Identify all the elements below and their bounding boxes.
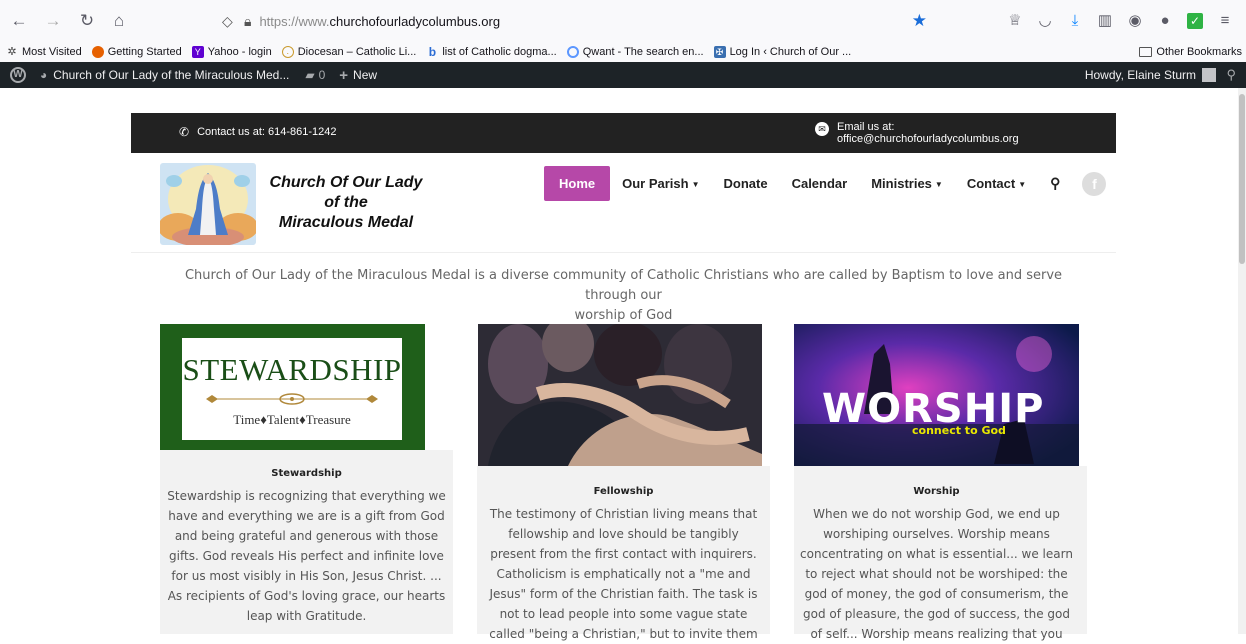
wp-admin-bar: W ◕ Church of Our Lady of the Miraculous … xyxy=(0,62,1246,88)
contact-topbar: ✆ Contact us at: 614-861-1242 ✉ Email us … xyxy=(131,113,1116,153)
stewardship-card: STEWARDSHIP Time♦Talent♦Treasure Steward… xyxy=(160,324,453,634)
address-bar[interactable]: ◇ 🔒︎ https://www.churchofourladycolumbus… xyxy=(216,7,943,35)
stewardship-image[interactable]: STEWARDSHIP Time♦Talent♦Treasure xyxy=(160,324,425,450)
caret-down-icon: ▼ xyxy=(934,180,943,189)
plus-icon: + xyxy=(339,66,349,84)
bookmark-diocesan[interactable]: · Diocesan – Catholic Li... xyxy=(281,46,416,58)
site-header: Church Of Our Lady of the Miraculous Med… xyxy=(131,153,1116,253)
bookmark-getting-started[interactable]: Getting Started xyxy=(91,46,182,58)
worship-image[interactable]: WORSHIP connect to God xyxy=(794,324,1079,466)
dashboard-icon: ◕ xyxy=(40,68,48,82)
envelope-icon: ✉ xyxy=(815,122,829,136)
bookmark-star-icon[interactable]: ★ xyxy=(912,11,927,31)
back-arrow-icon[interactable]: ← xyxy=(8,10,30,32)
menu-ministries[interactable]: Ministries ▼ xyxy=(859,166,955,201)
wp-account-menu[interactable]: Howdy, Elaine Sturm xyxy=(1085,68,1216,82)
menu-calendar[interactable]: Calendar xyxy=(780,166,860,201)
caret-down-icon: ▼ xyxy=(691,180,700,189)
menu-home[interactable]: Home xyxy=(544,166,611,201)
bookmark-catholic-dogma[interactable]: b list of Catholic dogma... xyxy=(426,45,557,59)
bookmark-login[interactable]: ✠ Log In ‹ Church of Our ... xyxy=(713,46,851,58)
bookmark-most-visited[interactable]: ✲ Most Visited xyxy=(6,46,81,58)
downloads-icon[interactable]: ⤓ xyxy=(1060,11,1090,31)
facebook-icon[interactable]: f xyxy=(1082,171,1107,196)
miraculous-medal-logo[interactable] xyxy=(160,163,256,245)
menu-our-parish[interactable]: Our Parish ▼ xyxy=(610,166,711,201)
comment-icon: ▰ xyxy=(305,68,315,82)
wp-new-link[interactable]: + New xyxy=(339,67,377,84)
todo-extension-icon[interactable]: ✓ xyxy=(1180,11,1210,31)
intro-text: Church of Our Lady of the Miraculous Med… xyxy=(184,268,1063,323)
lock-icon[interactable]: 🔒︎ xyxy=(244,13,251,30)
menu-contact[interactable]: Contact ▼ xyxy=(955,166,1038,201)
wp-site-link[interactable]: ◕ Church of Our Lady of the Miraculous Me… xyxy=(40,68,289,82)
search-icon[interactable]: ⚲ xyxy=(1038,175,1072,192)
card-title: Stewardship xyxy=(271,468,342,479)
fellowship-image[interactable] xyxy=(478,324,762,466)
card-text: The testimony of Christian living means … xyxy=(489,507,758,641)
bookmark-qwant[interactable]: Qwant - The search en... xyxy=(566,46,704,58)
phone-contact[interactable]: ✆ Contact us at: 614-861-1242 xyxy=(179,125,337,139)
fellowship-card: Fellowship The testimony of Christian li… xyxy=(477,324,770,641)
sidebar-icon[interactable]: ▥ xyxy=(1090,11,1120,31)
bookmark-other[interactable]: Other Bookmarks xyxy=(1139,46,1242,58)
url-text[interactable]: https://www.churchofourladycolumbus.org xyxy=(259,14,500,29)
email-contact[interactable]: ✉ Email us at: office@churchofourladycolu… xyxy=(815,121,1019,145)
menu-donate[interactable]: Donate xyxy=(712,166,780,201)
reload-icon[interactable]: ↻ xyxy=(76,10,98,32)
worship-card: WORSHIP connect to God Worship When we d… xyxy=(794,324,1087,641)
folder-icon xyxy=(1139,47,1153,57)
extension-icon[interactable]: ◉ xyxy=(1120,11,1150,31)
site-favicon-icon: ✠ xyxy=(713,46,726,58)
ghostery-icon[interactable]: ● xyxy=(1150,11,1180,31)
site-title[interactable]: Church Of Our Lady of the Miraculous Med… xyxy=(251,173,441,233)
caret-down-icon: ▼ xyxy=(1018,180,1027,189)
bookmarks-toolbar: ✲ Most Visited Getting Started Y Yahoo - l… xyxy=(0,42,1246,62)
bing-icon: b xyxy=(428,45,437,59)
globe-icon: · xyxy=(281,46,294,58)
card-title: Fellowship xyxy=(593,486,654,497)
qwant-icon xyxy=(566,46,579,58)
main-menu: Home Our Parish ▼ Donate Calendar Ministr… xyxy=(544,166,1107,201)
browser-toolbar: ← → ↻ ⌂ ◇ 🔒︎ https://www.churchofourlady… xyxy=(0,0,1246,42)
search-icon[interactable]: ⚲ xyxy=(1226,67,1236,83)
card-text: When we do not worship God, we end up wo… xyxy=(800,507,1073,641)
forward-arrow-icon[interactable]: → xyxy=(42,10,64,32)
avatar xyxy=(1202,68,1216,82)
tracking-shield-icon[interactable]: ◇ xyxy=(222,13,236,29)
pocket-icon[interactable]: ♕ xyxy=(1000,11,1030,31)
yahoo-icon: Y xyxy=(191,46,204,58)
gear-icon: ✲ xyxy=(7,46,17,58)
firefox-icon xyxy=(91,46,104,58)
card-text: Stewardship is recognizing that everythi… xyxy=(167,489,446,623)
save-to-pocket-icon[interactable]: ◡ xyxy=(1030,11,1060,31)
card-title: Worship xyxy=(913,486,960,497)
wp-comments-link[interactable]: ▰ 0 xyxy=(305,68,325,82)
wordpress-logo-icon[interactable]: W xyxy=(10,67,26,83)
phone-icon: ✆ xyxy=(179,125,190,139)
bookmark-yahoo[interactable]: Y Yahoo - login xyxy=(191,46,272,58)
site-container: ✆ Contact us at: 614-861-1242 ✉ Email us … xyxy=(131,113,1116,641)
menu-icon[interactable]: ≡ xyxy=(1210,11,1240,31)
page-scrollbar[interactable] xyxy=(1238,88,1246,634)
home-icon[interactable]: ⌂ xyxy=(108,10,130,32)
